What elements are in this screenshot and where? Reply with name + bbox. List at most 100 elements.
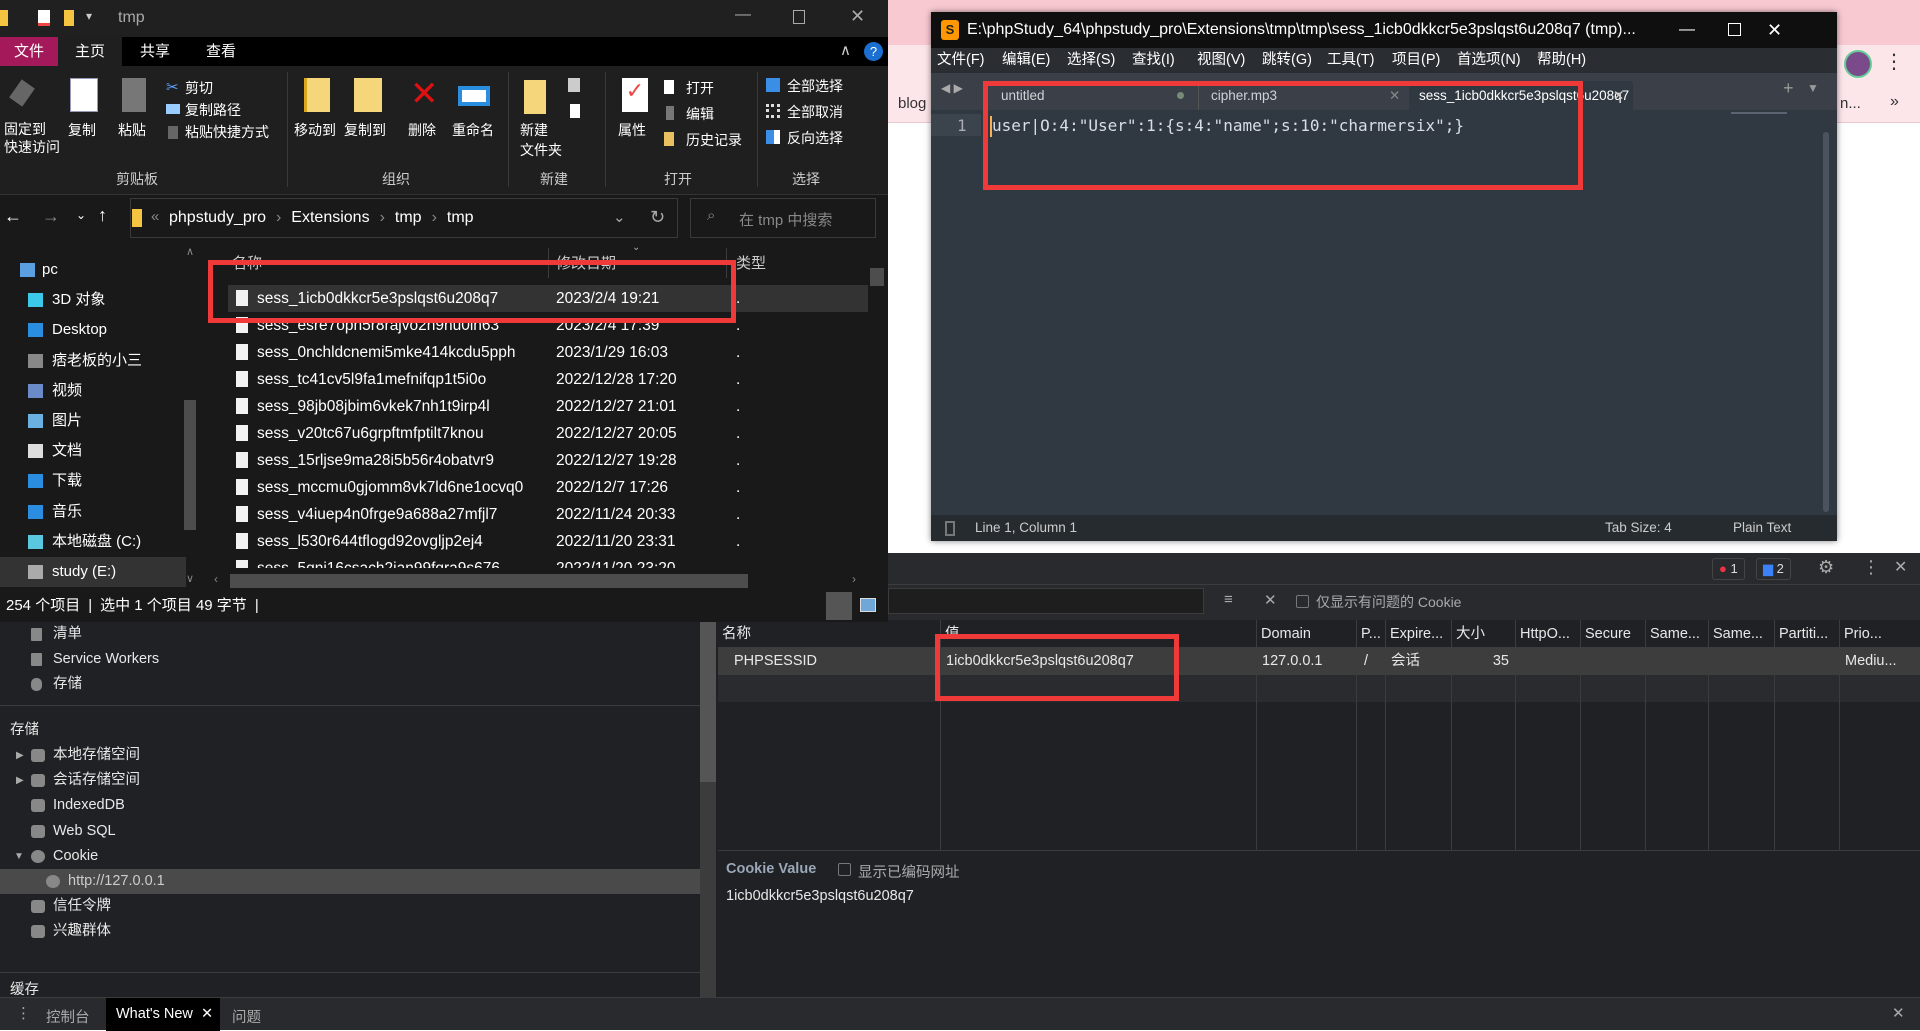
copy-path-button[interactable]: 复制路径 xyxy=(185,100,241,120)
help-icon[interactable]: ? xyxy=(864,42,883,61)
nav-item[interactable]: Desktop xyxy=(0,315,186,345)
drawer-tab-whats-new[interactable]: What's New ✕ xyxy=(106,998,220,1031)
close-button[interactable]: ✕ xyxy=(850,6,865,27)
tab-view[interactable]: 查看 xyxy=(188,37,254,66)
search-input[interactable]: 在 tmp 中搜索 xyxy=(739,209,832,230)
search-box[interactable]: ⌕ 在 tmp 中搜索 xyxy=(690,198,876,238)
nav-item[interactable]: 文档 xyxy=(0,436,186,466)
sidebar-item[interactable]: Service Workers xyxy=(0,647,700,672)
copy-to-button[interactable]: 复制到 xyxy=(344,120,386,140)
edit-button[interactable]: 编辑 xyxy=(686,104,714,124)
properties-button[interactable]: 属性 xyxy=(618,120,646,140)
nav-item[interactable]: study (E:) xyxy=(0,557,186,587)
filter-input[interactable] xyxy=(888,588,1204,614)
details-view-button[interactable] xyxy=(826,592,852,620)
menu-item[interactable]: 文件(F) xyxy=(937,48,985,73)
sidebar-toggle-icon[interactable] xyxy=(945,521,955,536)
column-header[interactable]: HttpO... xyxy=(1515,620,1580,648)
sidebar-item[interactable]: 信任令牌 xyxy=(0,894,700,919)
scroll-left[interactable]: ‹ xyxy=(214,572,218,586)
sidebar-item[interactable]: http://127.0.0.1 xyxy=(0,869,700,894)
recent-locations-icon[interactable]: ⌄ xyxy=(76,208,86,222)
new-item-icon[interactable] xyxy=(568,78,580,92)
browser-menu-icon[interactable]: ⋮ xyxy=(1884,49,1904,74)
close-tab-icon[interactable]: ✕ xyxy=(1613,81,1624,110)
menu-item[interactable]: 帮助(H) xyxy=(1537,48,1586,73)
tab-session-file[interactable]: sess_1icb0dkkcr5e3pslqst6u208q7 ✕ xyxy=(1409,81,1633,110)
address-bar[interactable]: « phpstudy_pro › Extensions › tmp › tmp ⌄ ↻ xyxy=(130,198,678,238)
column-header[interactable]: 名称 xyxy=(718,620,940,648)
sidebar-item[interactable]: IndexedDB xyxy=(0,793,700,818)
column-header[interactable]: Partiti... xyxy=(1774,620,1839,648)
expand-arrow-icon[interactable]: ▶ xyxy=(16,743,24,768)
nav-item[interactable]: 本地磁盘 (C:) xyxy=(0,527,186,557)
collapse-ribbon-icon[interactable]: ∧ xyxy=(840,41,851,59)
file-row[interactable]: sess_0nchldcnemi5mke414kcdu5pph 2023/1/29… xyxy=(228,339,868,366)
back-button[interactable]: ← xyxy=(4,206,22,227)
column-header[interactable]: Prio... xyxy=(1839,620,1920,648)
paste-shortcut-button[interactable]: 粘贴快捷方式 xyxy=(185,122,269,142)
nav-scrollbar[interactable] xyxy=(184,400,196,530)
open-button[interactable]: 打开 xyxy=(686,78,714,98)
settings-gear-icon[interactable]: ⚙ xyxy=(1818,557,1834,578)
vertical-scrollbar[interactable] xyxy=(870,268,884,286)
file-row[interactable]: sess_tc41cv5l9fa1mefnifqp1t5i0o 2022/12/2… xyxy=(228,366,868,393)
file-row[interactable]: sess_98jb08jbim6vkek7nh1t9irp4l 2022/12/2… xyxy=(228,393,868,420)
nav-item[interactable]: 音乐 xyxy=(0,497,186,527)
horizontal-scrollbar[interactable] xyxy=(230,574,748,588)
scroll-right[interactable]: › xyxy=(852,572,856,586)
minimize-button[interactable]: — xyxy=(1679,12,1695,48)
nav-item[interactable]: pc xyxy=(0,255,186,285)
sidebar-scrollbar[interactable] xyxy=(700,622,716,997)
file-row[interactable]: sess_1icb0dkkcr5e3pslqst6u208q7 2023/2/4 … xyxy=(228,285,868,312)
up-button[interactable]: ↑ xyxy=(98,205,107,226)
pin-quick-access-button[interactable]: 固定到 快速访问 xyxy=(4,120,60,156)
column-header[interactable]: Same... xyxy=(1645,620,1708,648)
nav-item[interactable]: 视频 xyxy=(0,376,186,406)
cut-button[interactable]: 剪切 xyxy=(185,78,213,98)
sidebar-item[interactable]: 清单 xyxy=(0,622,700,647)
tab-untitled[interactable]: untitled xyxy=(991,81,1199,110)
tab-nav-arrows-icon[interactable]: ◀ ▶ xyxy=(941,81,963,95)
invert-selection-button[interactable]: 反向选择 xyxy=(787,128,843,148)
delete-cookies-icon[interactable]: ✕ xyxy=(1264,591,1277,609)
expand-arrow-icon[interactable]: ▶ xyxy=(16,768,24,793)
column-name[interactable]: 名称 xyxy=(232,252,262,273)
menu-item[interactable]: 查找(I) xyxy=(1132,48,1175,73)
close-tab-icon[interactable]: ✕ xyxy=(1389,81,1400,110)
column-header[interactable]: Expire... xyxy=(1385,620,1451,648)
rename-button[interactable]: 重命名 xyxy=(452,120,494,140)
maximize-button[interactable] xyxy=(793,10,805,24)
delete-button[interactable]: 删除 xyxy=(408,120,436,140)
file-row[interactable]: sess_l530r644tflogd92ovgljp2ej4 2022/11/2… xyxy=(228,528,868,555)
menu-item[interactable]: 项目(P) xyxy=(1392,48,1440,73)
close-tab-icon[interactable]: ✕ xyxy=(201,1006,213,1022)
editor-scrollbar[interactable] xyxy=(1823,132,1829,512)
nav-item[interactable]: 下载 xyxy=(0,466,186,496)
collapse-arrow-icon[interactable]: ▼ xyxy=(14,844,24,869)
file-row[interactable]: sess_15rljse9ma28i5b56r4obatvr9 2022/12/2… xyxy=(228,447,868,474)
tab-file[interactable]: 文件 xyxy=(0,37,58,66)
tab-list-icon[interactable]: ▼ xyxy=(1807,81,1819,95)
breadcrumb-item[interactable]: phpstudy_pro xyxy=(169,209,266,226)
breadcrumb-item[interactable]: tmp xyxy=(447,209,474,226)
message-count-badge[interactable]: ▆ 2 xyxy=(1756,558,1791,580)
history-button[interactable]: 历史记录 xyxy=(686,130,742,150)
nav-scroll-up[interactable]: ∧ xyxy=(186,245,194,258)
new-tab-icon[interactable]: + xyxy=(1783,78,1794,99)
scrollbar-thumb[interactable] xyxy=(700,622,716,782)
properties-quick-icon[interactable] xyxy=(38,10,50,26)
drawer-menu-icon[interactable]: ⋮ xyxy=(16,1004,31,1022)
minimize-button[interactable]: — xyxy=(735,6,751,24)
more-options-icon[interactable]: ⋮ xyxy=(1862,557,1880,578)
large-icons-view-button[interactable] xyxy=(860,598,876,612)
menu-item[interactable]: 视图(V) xyxy=(1197,48,1245,73)
close-devtools-icon[interactable]: ✕ xyxy=(1894,557,1907,577)
breadcrumb-item[interactable]: Extensions xyxy=(291,209,369,226)
sidebar-item[interactable]: ▶ 本地存储空间 xyxy=(0,743,700,768)
file-row[interactable]: sess_v4iuep4n0frge9a688a27mfjl7 2022/11/2… xyxy=(228,501,868,528)
paste-button[interactable]: 粘贴 xyxy=(118,120,146,140)
forward-button[interactable]: → xyxy=(42,206,60,227)
menu-item[interactable]: 首选项(N) xyxy=(1457,48,1521,73)
file-row[interactable]: sess_esre7opn5r8rajvo2n9nu0ln63 2023/2/4 … xyxy=(228,312,868,339)
